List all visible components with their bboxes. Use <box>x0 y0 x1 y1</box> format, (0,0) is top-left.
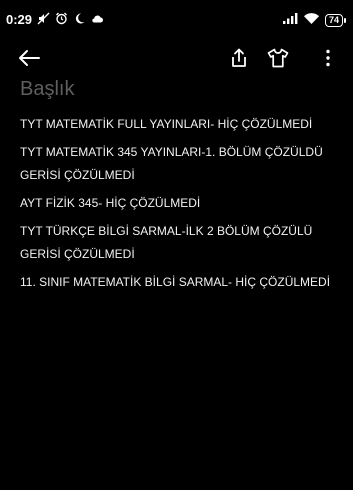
note-body[interactable]: TYT MATEMATİK FULL YAYINLARI- HİÇ ÇÖZÜLM… <box>20 113 338 299</box>
share-button[interactable] <box>226 45 252 71</box>
note-line: AYT FİZİK 345- HİÇ ÇÖZÜLMEDİ <box>20 196 201 210</box>
status-system-icons: 74 <box>282 11 347 29</box>
note-line: TYT TÜRKÇE BİLGİ SARMAL-İLK 2 BÖLÜM ÇÖZÜ… <box>20 224 313 261</box>
signal-icon <box>282 11 298 29</box>
note-line: 11. SINIF MATEMATİK BİLGİ SARMAL- HİÇ ÇÖ… <box>20 275 331 289</box>
status-bar: 0:29 74 <box>0 0 353 40</box>
alarm-icon <box>55 12 68 25</box>
more-vertical-icon <box>326 49 330 67</box>
note-line: TYT MATEMATİK 345 YAYINLARI-1. BÖLÜM ÇÖZ… <box>20 145 323 182</box>
wifi-icon <box>303 11 319 29</box>
moon-icon <box>73 12 86 25</box>
theme-button[interactable] <box>265 45 291 71</box>
note-title-field[interactable]: Başlık <box>20 78 74 101</box>
more-options-button[interactable] <box>315 45 341 71</box>
back-arrow-icon <box>19 50 40 66</box>
share-icon <box>232 48 246 67</box>
status-notification-icons <box>37 12 104 25</box>
note-toolbar <box>0 40 353 74</box>
tshirt-icon <box>267 48 289 68</box>
note-line: TYT MATEMATİK FULL YAYINLARI- HİÇ ÇÖZÜLM… <box>20 117 313 131</box>
cloud-icon <box>91 12 104 25</box>
back-button[interactable] <box>16 45 42 71</box>
sound-off-icon <box>37 12 50 25</box>
status-time: 0:29 <box>6 12 33 27</box>
battery-icon: 74 <box>324 13 347 27</box>
